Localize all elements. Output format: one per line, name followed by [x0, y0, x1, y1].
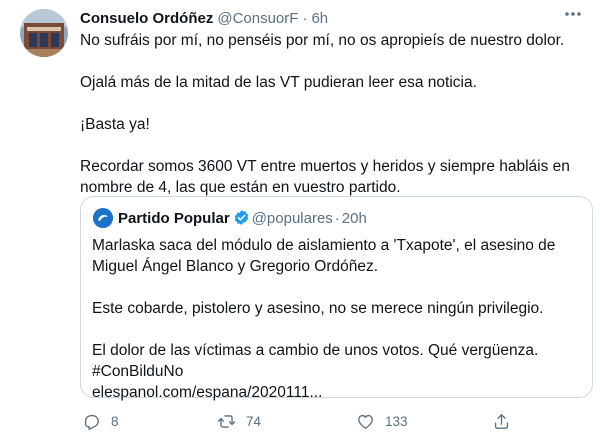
- quoted-separator: ·: [334, 210, 340, 227]
- author-handle[interactable]: @ConsuorF: [217, 10, 298, 27]
- tweet-time[interactable]: 6h: [311, 10, 328, 27]
- quoted-author-handle[interactable]: @populares: [252, 210, 333, 227]
- tweet-text: No sufráis por mí, no penséis por mí, no…: [80, 30, 590, 198]
- verified-badge-icon: [233, 209, 250, 226]
- quoted-tweet[interactable]: Partido Popular @populares · 20h Marlaska s…: [80, 196, 593, 401]
- author-name[interactable]: Consuelo Ordóñez: [80, 10, 213, 27]
- pp-logo-icon: [93, 208, 113, 228]
- more-options-icon[interactable]: [562, 6, 584, 22]
- quoted-line: El dolor de las víctimas a cambio de uno…: [92, 342, 539, 359]
- header-separator: ·: [302, 10, 308, 27]
- quoted-text: Marlaska saca del módulo de aislamiento …: [92, 235, 587, 403]
- reply-count: 8: [111, 414, 119, 429]
- quoted-line: Este cobarde, pistolero y asesino, no se…: [92, 300, 544, 317]
- like-button[interactable]: 133: [356, 412, 408, 431]
- quoted-header: Partido Popular @populares · 20h: [118, 209, 367, 228]
- like-count: 133: [385, 414, 408, 429]
- tweet-actions: 8 74 133: [80, 410, 520, 436]
- retweet-button[interactable]: 74: [217, 412, 261, 431]
- tweet[interactable]: Consuelo Ordóñez @ConsuorF · 6h No sufráis …: [0, 0, 600, 442]
- quoted-line: Marlaska saca del módulo de aislamiento …: [92, 237, 556, 254]
- share-icon: [494, 414, 509, 429]
- tweet-line: ¡Basta ya!: [80, 116, 150, 133]
- tweet-line: Ojalá más de la mitad de las VT pudieran…: [80, 74, 477, 91]
- tweet-line: nombre de 4, las que están en vuestro pa…: [80, 179, 401, 196]
- quoted-line: Miguel Ángel Blanco y Gregorio Ordóñez.: [92, 258, 379, 275]
- retweet-icon: [217, 415, 236, 428]
- reply-button[interactable]: 8: [82, 412, 119, 431]
- reply-icon: [84, 414, 99, 430]
- quoted-author-name[interactable]: Partido Popular: [118, 210, 230, 227]
- heart-icon: [358, 414, 373, 429]
- quoted-hashtag[interactable]: #ConBilduNo: [92, 361, 587, 382]
- tweet-line: No sufráis por mí, no penséis por mí, no…: [80, 32, 565, 49]
- quoted-avatar[interactable]: [93, 208, 113, 228]
- tweet-header: Consuelo Ordóñez @ConsuorF · 6h: [80, 9, 328, 28]
- avatar-photo: [20, 9, 68, 57]
- quoted-time[interactable]: 20h: [342, 210, 367, 227]
- quoted-link[interactable]: elespanol.com/espana/2020111...: [92, 382, 587, 403]
- share-button[interactable]: [492, 412, 511, 431]
- retweet-count: 74: [246, 414, 262, 429]
- tweet-line: Recordar somos 3600 VT entre muertos y h…: [80, 158, 570, 175]
- author-avatar[interactable]: [20, 9, 68, 57]
